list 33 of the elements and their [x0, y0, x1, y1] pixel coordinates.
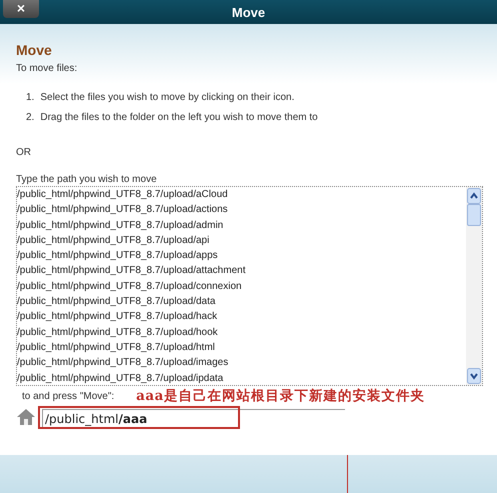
- home-icon[interactable]: [16, 408, 36, 426]
- scroll-up-icon[interactable]: [467, 188, 481, 204]
- scroll-thumb[interactable]: [467, 204, 481, 226]
- close-button[interactable]: ×: [3, 0, 39, 18]
- path-option[interactable]: /public_html/phpwind_UTF8_8.7/upload/apps: [17, 248, 466, 264]
- path-option[interactable]: /public_html/phpwind_UTF8_8.7/upload/html: [17, 340, 466, 356]
- path-listbox[interactable]: [16, 186, 483, 386]
- annotation-text: aaa是自己在网站根目录下新建的安装文件夹: [136, 387, 425, 405]
- path-option[interactable]: /public_html/phpwind_UTF8_8.7/upload/attachment: [17, 263, 466, 279]
- step-number: 1.: [26, 92, 34, 103]
- path-option[interactable]: /public_html/phpwind_UTF8_8.7/upload/ipdata: [17, 370, 466, 385]
- path-option[interactable]: /public_html/phpwind_UTF8_8.7/upload/api: [17, 232, 466, 248]
- step-text: Drag the files to the folder on the left you wish to move them to: [40, 112, 318, 123]
- scroll-down-icon[interactable]: [467, 368, 481, 384]
- destination-label: to and press "Move":: [22, 390, 114, 402]
- dialog-heading: Move: [16, 42, 53, 58]
- path-option[interactable]: /public_html/phpwind_UTF8_8.7/upload/aCloud: [17, 187, 466, 202]
- destination-field[interactable]: /public_html/aaa: [42, 409, 345, 428]
- path-option[interactable]: /public_html/phpwind_UTF8_8.7/upload/hack: [17, 309, 466, 325]
- window-title: Move: [230, 4, 266, 20]
- path-option[interactable]: /public_html/phpwind_UTF8_8.7/upload/data: [17, 294, 466, 310]
- path-option[interactable]: /public_html/phpwind_UTF8_8.7/upload/hook: [17, 324, 466, 340]
- path-option[interactable]: /public_html/phpwind_UTF8_8.7/upload/connexion: [17, 278, 466, 294]
- annotation-line: [347, 455, 348, 493]
- intro-text: To move files:: [16, 63, 78, 74]
- or-label: OR: [16, 147, 32, 158]
- path-label: Type the path you wish to move: [16, 174, 158, 185]
- path-option[interactable]: /public_html/phpwind_UTF8_8.7/upload/admin: [17, 218, 466, 233]
- path-option[interactable]: /public_html/phpwind_UTF8_8.7/upload/actions: [17, 202, 466, 218]
- step-number: 2.: [26, 112, 34, 123]
- path-option[interactable]: /public_html/phpwind_UTF8_8.7/upload/images: [17, 355, 466, 371]
- scrollbar[interactable]: [466, 187, 482, 385]
- step-text: Select the files you wish to move by clicking on their icon.: [40, 92, 294, 103]
